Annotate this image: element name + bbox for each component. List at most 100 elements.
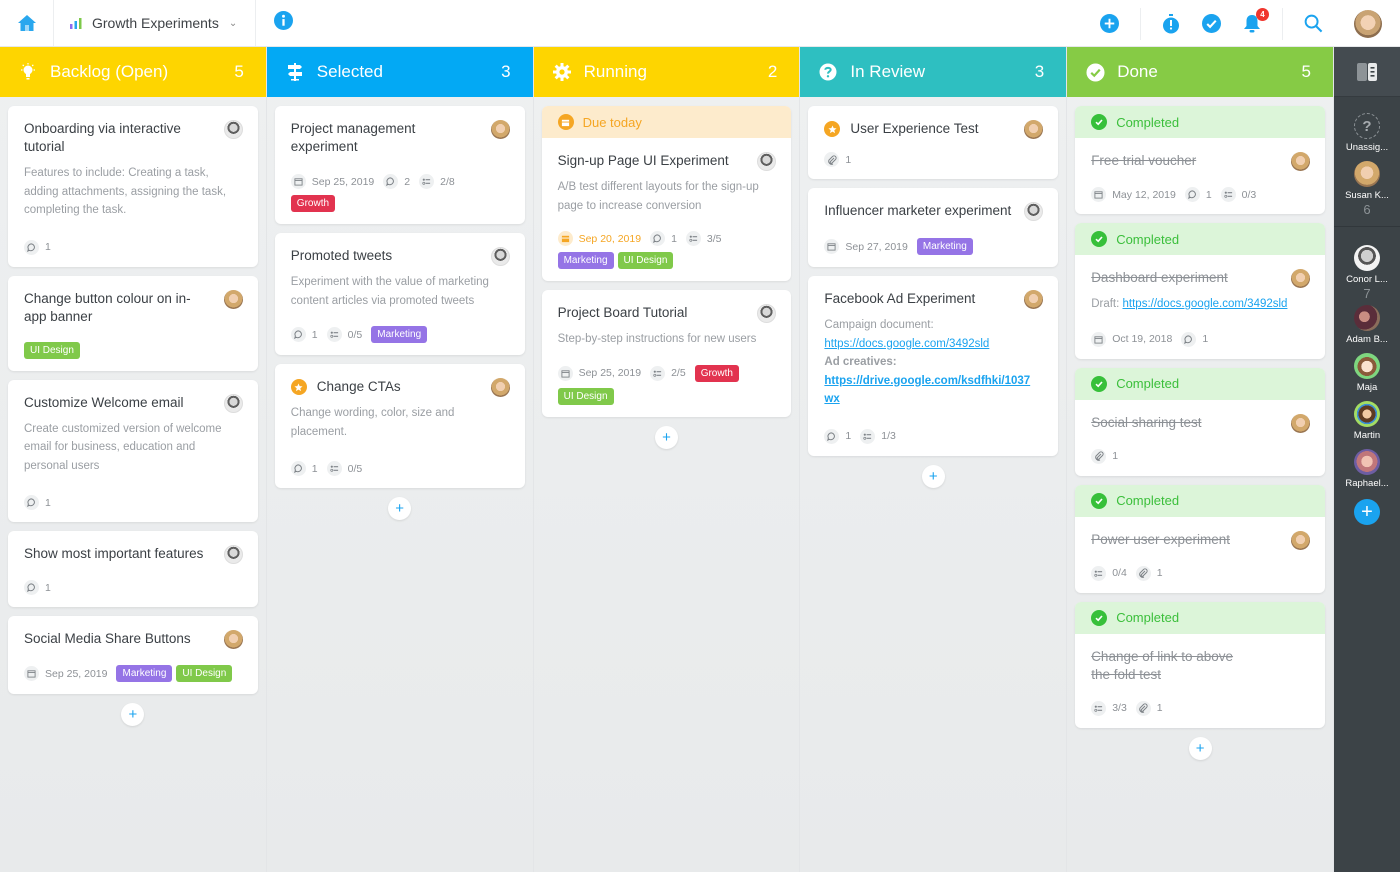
assignee-avatar[interactable] [1290, 530, 1310, 550]
completed-banner: Completed [1075, 601, 1325, 634]
column-in-review: In Review 3 User Experience Test 1 Influ… [800, 47, 1068, 872]
banner-label: Completed [1116, 493, 1180, 508]
task-card[interactable]: Change button colour on in-app banner UI… [8, 275, 258, 371]
draft-link[interactable]: https://docs.google.com/3492sld [1123, 298, 1288, 310]
assignee-avatar[interactable] [1290, 413, 1310, 433]
card-title: User Experience Test [850, 121, 979, 136]
task-card[interactable]: Completed Change of link to above the fo… [1075, 601, 1325, 728]
checklist-icon [685, 231, 701, 246]
info-button[interactable] [274, 11, 294, 35]
task-card[interactable]: Completed Dashboard experiment Draft: ht… [1075, 223, 1325, 359]
comment-icon [290, 461, 306, 476]
chevron-down-icon: ⌄ [228, 17, 238, 29]
comment-icon [1184, 187, 1200, 202]
assignee-filter-adam[interactable]: Adam B... [1334, 305, 1400, 345]
checklist-progress: 3/3 [1112, 702, 1127, 714]
calendar-icon [557, 231, 573, 246]
task-card[interactable]: Show most important features 1 [8, 531, 258, 607]
task-card[interactable]: Customize Welcome email Create customize… [8, 379, 258, 522]
assignee-filter-martin[interactable]: Martin [1334, 401, 1400, 441]
add-card-button[interactable]: + [921, 464, 945, 488]
tag-ui-design: UI Design [557, 387, 614, 405]
assignee-avatar[interactable] [1290, 152, 1310, 171]
toggle-panel-button[interactable] [1334, 47, 1400, 97]
task-card[interactable]: Project Board Tutorial Step-by-step inst… [541, 290, 792, 417]
column-header-done[interactable]: Done 5 [1067, 47, 1333, 97]
task-card[interactable]: Social Media Share Buttons Sep 25, 2019 … [8, 616, 258, 694]
star-icon [824, 121, 841, 137]
home-button[interactable] [0, 0, 54, 46]
ad-creatives-link[interactable]: https://drive.google.com/ksdfhki/1037wx [824, 375, 1030, 406]
card-description: Experiment with the value of marketing c… [290, 276, 489, 307]
due-date: Sep 20, 2019 [578, 232, 642, 245]
notifications-button[interactable]: 4 [1243, 8, 1269, 33]
task-card[interactable]: Completed Power user experiment 0/4 1 [1075, 484, 1325, 593]
card-description: Change wording, color, size and placemen… [290, 407, 455, 438]
add-card-button[interactable]: + [1188, 736, 1212, 760]
add-card-button[interactable]: + [388, 497, 412, 520]
column-header-backlog[interactable]: Backlog (Open) 5 [0, 47, 266, 97]
banner-label: Due today [582, 114, 642, 130]
kanban-board: Backlog (Open) 5 Onboarding via interact… [0, 47, 1334, 872]
task-card[interactable]: Project management experiment Sep 25, 20… [274, 106, 525, 224]
task-card[interactable]: Completed Free trial voucher May 12, 201… [1075, 106, 1325, 214]
task-card[interactable]: Completed Social sharing test 1 [1075, 367, 1325, 476]
task-card[interactable]: Due today Sign-up Page UI Experiment A/B… [541, 106, 792, 281]
checklist-progress: 0/3 [1241, 188, 1257, 201]
task-card[interactable]: Influencer marketer experiment Sep 27, 2… [808, 188, 1059, 267]
assignee-avatar[interactable] [490, 247, 510, 266]
avatar [1354, 245, 1380, 271]
campaign-doc-link[interactable]: https://docs.google.com/3492sld [824, 338, 989, 350]
tag-marketing: Marketing [116, 665, 173, 682]
column-count: 2 [767, 62, 778, 81]
task-card[interactable]: Onboarding via interactive tutorial Feat… [8, 106, 258, 267]
add-assignee-button[interactable]: + [1354, 499, 1380, 525]
add-button[interactable] [1100, 14, 1119, 33]
assignee-avatar[interactable] [490, 120, 510, 139]
paperclip-icon [1135, 565, 1151, 581]
home-icon [17, 15, 36, 31]
assignee-filter-unassigned[interactable]: ? Unassig... [1334, 113, 1400, 153]
tasks-button[interactable] [1202, 14, 1221, 33]
timer-button[interactable] [1162, 13, 1180, 34]
comment-count: 1 [1205, 188, 1212, 201]
assignee-avatar[interactable] [223, 545, 243, 564]
column-header-in-review[interactable]: In Review 3 [800, 47, 1067, 97]
assignee-avatar[interactable] [490, 378, 510, 397]
column-header-running[interactable]: Running 2 [533, 47, 800, 97]
assignee-avatar[interactable] [223, 630, 243, 649]
assignee-filter-susan[interactable]: Susan K... 6 [1334, 161, 1400, 217]
due-date: Sep 25, 2019 [578, 367, 642, 379]
add-card-button[interactable]: + [654, 425, 678, 449]
task-card[interactable]: Change CTAs Change wording, color, size … [274, 364, 525, 488]
assignee-filter-raphael[interactable]: Raphael... [1334, 449, 1400, 489]
comment-count: 1 [311, 462, 318, 475]
column-title: Done [1117, 62, 1158, 81]
add-card-button[interactable]: + [121, 703, 145, 726]
checklist-progress: 2/5 [671, 367, 686, 379]
column-done: Done 5 Completed Free trial voucher May … [1067, 47, 1334, 872]
attachment-count: 1 [845, 153, 852, 166]
project-switcher[interactable]: Growth Experiments ⌄ [58, 0, 257, 46]
check-circle-icon [1091, 114, 1108, 130]
card-title: Change CTAs [316, 379, 401, 394]
lightbulb-icon [18, 62, 38, 82]
stopwatch-icon [1163, 13, 1179, 33]
assignee-avatar[interactable] [223, 120, 243, 139]
task-card[interactable]: User Experience Test 1 [808, 106, 1059, 179]
assignee-filter-maja[interactable]: Maja [1334, 353, 1400, 393]
assignee-avatar[interactable] [223, 393, 243, 413]
desc-label: Ad creatives: [824, 356, 897, 368]
task-card[interactable]: Facebook Ad Experiment Campaign document… [808, 276, 1059, 456]
project-name: Growth Experiments [92, 15, 219, 31]
task-card[interactable]: Promoted tweets Experiment with the valu… [274, 233, 525, 355]
assignee-filter-conor[interactable]: Conor L... 7 [1334, 245, 1400, 301]
card-title: Show most important features [24, 546, 204, 561]
assignee-avatar[interactable] [1290, 269, 1310, 288]
checklist-progress: 2/8 [440, 175, 455, 188]
search-button[interactable] [1304, 14, 1323, 33]
assignee-avatar[interactable] [223, 289, 243, 309]
column-header-selected[interactable]: Selected 3 [266, 47, 533, 97]
user-avatar[interactable] [1354, 9, 1382, 38]
card-title: Dashboard experiment [1091, 270, 1228, 285]
